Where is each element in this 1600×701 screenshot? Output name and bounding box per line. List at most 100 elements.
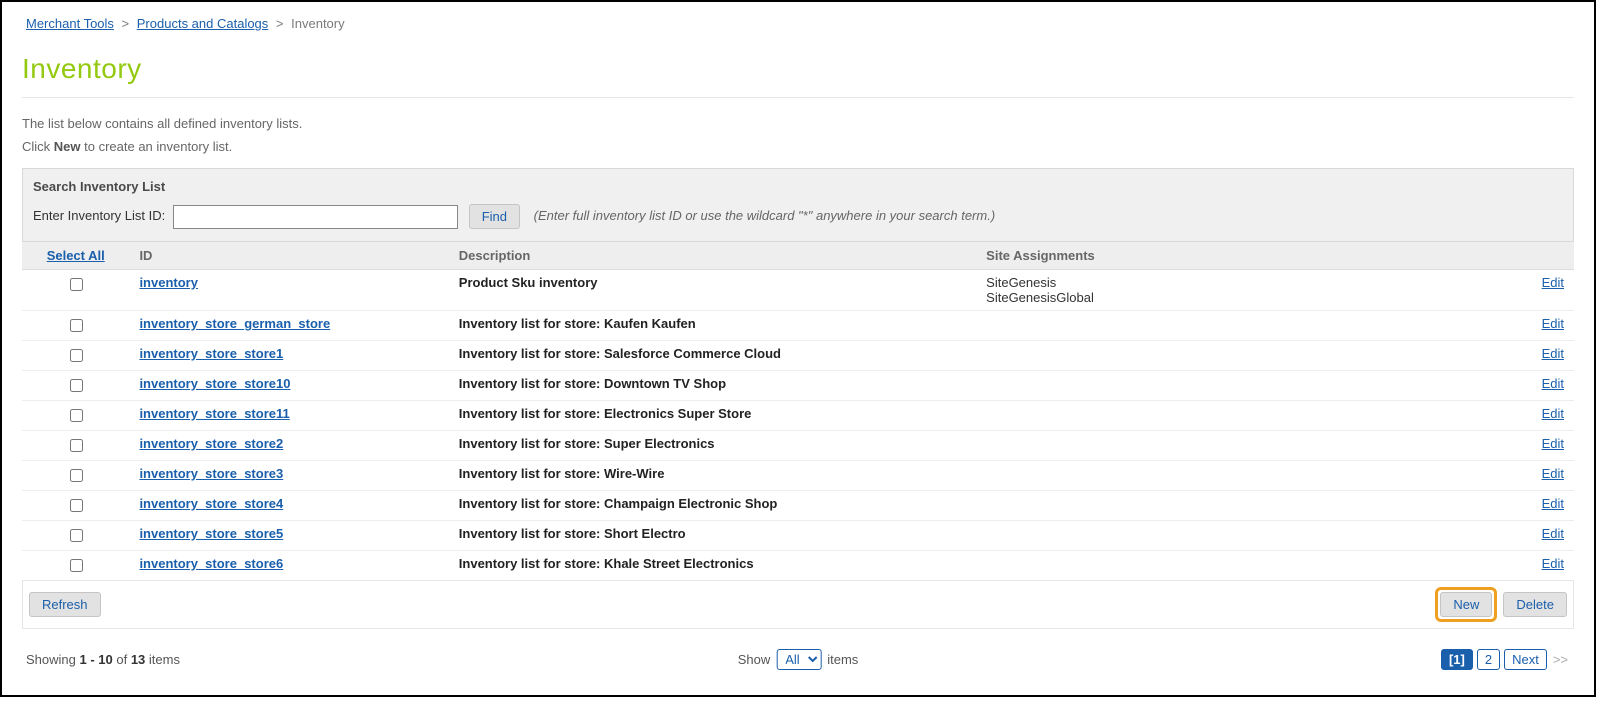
breadcrumb-products-catalogs[interactable]: Products and Catalogs xyxy=(137,16,269,31)
new-button[interactable]: New xyxy=(1440,592,1492,617)
row-edit-cell: Edit xyxy=(1501,491,1574,521)
row-description: Inventory list for store: Electronics Su… xyxy=(449,401,976,431)
inventory-id-link[interactable]: inventory_store_store1 xyxy=(139,346,283,361)
pager-show-label: Show xyxy=(738,652,771,667)
refresh-button[interactable]: Refresh xyxy=(29,592,101,617)
inventory-id-link[interactable]: inventory xyxy=(139,275,198,290)
row-select-cell xyxy=(22,341,129,371)
row-id-cell: inventory_store_store2 xyxy=(129,431,448,461)
row-select-checkbox[interactable] xyxy=(70,439,83,452)
row-select-cell xyxy=(22,491,129,521)
row-select-checkbox[interactable] xyxy=(70,469,83,482)
row-site-assignments xyxy=(976,401,1500,431)
search-box-title: Search Inventory List xyxy=(33,179,1563,194)
row-description: Inventory list for store: Salesforce Com… xyxy=(449,341,976,371)
edit-link[interactable]: Edit xyxy=(1542,275,1564,290)
new-button-highlight: New xyxy=(1435,587,1497,622)
row-site-assignments xyxy=(976,341,1500,371)
breadcrumb: Merchant Tools > Products and Catalogs >… xyxy=(22,2,1574,31)
row-edit-cell: Edit xyxy=(1501,461,1574,491)
page-1[interactable]: [1] xyxy=(1441,649,1473,670)
row-select-checkbox[interactable] xyxy=(70,499,83,512)
row-select-checkbox[interactable] xyxy=(70,529,83,542)
row-description: Product Sku inventory xyxy=(449,270,976,311)
row-site-assignments xyxy=(976,461,1500,491)
select-all-link[interactable]: Select All xyxy=(47,248,105,263)
edit-link[interactable]: Edit xyxy=(1542,526,1564,541)
row-select-cell xyxy=(22,270,129,311)
row-select-checkbox[interactable] xyxy=(70,409,83,422)
table-row: inventory_store_german_storeInventory li… xyxy=(22,311,1574,341)
inventory-id-link[interactable]: inventory_store_store2 xyxy=(139,436,283,451)
row-id-cell: inventory xyxy=(129,270,448,311)
inventory-id-link[interactable]: inventory_store_store3 xyxy=(139,466,283,481)
row-id-cell: inventory_store_store4 xyxy=(129,491,448,521)
inventory-id-link[interactable]: inventory_store_store11 xyxy=(139,406,289,421)
col-header-site: Site Assignments xyxy=(976,242,1500,270)
find-button[interactable]: Find xyxy=(469,204,520,229)
inventory-table: Select All ID Description Site Assignmen… xyxy=(22,242,1574,581)
row-description: Inventory list for store: Super Electron… xyxy=(449,431,976,461)
page-last-arrow[interactable]: >> xyxy=(1551,652,1570,667)
row-id-cell: inventory_store_store11 xyxy=(129,401,448,431)
breadcrumb-merchant-tools[interactable]: Merchant Tools xyxy=(26,16,114,31)
col-header-id: ID xyxy=(129,242,448,270)
inventory-id-link[interactable]: inventory_store_store6 xyxy=(139,556,283,571)
row-edit-cell: Edit xyxy=(1501,341,1574,371)
row-id-cell: inventory_store_store6 xyxy=(129,551,448,581)
intro-text: The list below contains all defined inve… xyxy=(22,116,1574,154)
table-row: inventory_store_store2 Inventory list for… xyxy=(22,431,1574,461)
action-row: Refresh New Delete xyxy=(22,581,1574,629)
divider xyxy=(22,97,1574,98)
breadcrumb-sep: > xyxy=(272,16,288,31)
page-title: Inventory xyxy=(22,53,1574,85)
row-description: Inventory list for store: Khale Street E… xyxy=(449,551,976,581)
row-description: Inventory list for store: Short Electro xyxy=(449,521,976,551)
inventory-id-link[interactable]: inventory_store_german_store xyxy=(139,316,330,331)
pager-items-label: items xyxy=(827,652,858,667)
delete-button[interactable]: Delete xyxy=(1503,592,1567,617)
row-select-cell xyxy=(22,401,129,431)
row-edit-cell: Edit xyxy=(1501,270,1574,311)
row-description: Inventory list for store: Downtown TV Sh… xyxy=(449,371,976,401)
pager-summary: Showing 1 - 10 of 13 items xyxy=(26,652,180,667)
table-row: inventory_store_store10 Inventory list fo… xyxy=(22,371,1574,401)
inventory-list-id-input[interactable] xyxy=(173,205,458,229)
row-select-checkbox[interactable] xyxy=(70,559,83,572)
row-site-assignments xyxy=(976,551,1500,581)
row-id-cell: inventory_store_store1 xyxy=(129,341,448,371)
row-select-checkbox[interactable] xyxy=(70,349,83,362)
row-select-cell xyxy=(22,551,129,581)
intro-line2: Click New to create an inventory list. xyxy=(22,139,1574,154)
search-input-label: Enter Inventory List ID: xyxy=(33,208,165,223)
inventory-id-link[interactable]: inventory_store_store5 xyxy=(139,526,283,541)
row-site-assignments xyxy=(976,521,1500,551)
edit-link[interactable]: Edit xyxy=(1542,466,1564,481)
edit-link[interactable]: Edit xyxy=(1542,346,1564,361)
row-edit-cell: Edit xyxy=(1501,311,1574,341)
inventory-id-link[interactable]: inventory_store_store4 xyxy=(139,496,283,511)
row-select-cell xyxy=(22,371,129,401)
edit-link[interactable]: Edit xyxy=(1542,496,1564,511)
row-select-checkbox[interactable] xyxy=(70,278,83,291)
row-description: Inventory list for store: Wire-Wire xyxy=(449,461,976,491)
pager-show: Show All items xyxy=(738,649,859,670)
edit-link[interactable]: Edit xyxy=(1542,406,1564,421)
pager-pages: [1] 2 Next >> xyxy=(1441,649,1570,670)
page-2[interactable]: 2 xyxy=(1477,649,1500,670)
inventory-id-link[interactable]: inventory_store_store10 xyxy=(139,376,290,391)
edit-link[interactable]: Edit xyxy=(1542,316,1564,331)
table-row: inventory_store_store4 Inventory list for… xyxy=(22,491,1574,521)
show-items-select[interactable]: All xyxy=(776,649,821,670)
table-row: inventoryProduct Sku inventorySiteGenesi… xyxy=(22,270,1574,311)
edit-link[interactable]: Edit xyxy=(1542,376,1564,391)
page-next[interactable]: Next xyxy=(1504,649,1547,670)
row-select-checkbox[interactable] xyxy=(70,379,83,392)
edit-link[interactable]: Edit xyxy=(1542,436,1564,451)
row-id-cell: inventory_store_store3 xyxy=(129,461,448,491)
row-select-checkbox[interactable] xyxy=(70,319,83,332)
row-id-cell: inventory_store_german_store xyxy=(129,311,448,341)
row-description: Inventory list for store: Champaign Elec… xyxy=(449,491,976,521)
edit-link[interactable]: Edit xyxy=(1542,556,1564,571)
search-hint: (Enter full inventory list ID or use the… xyxy=(534,208,996,223)
